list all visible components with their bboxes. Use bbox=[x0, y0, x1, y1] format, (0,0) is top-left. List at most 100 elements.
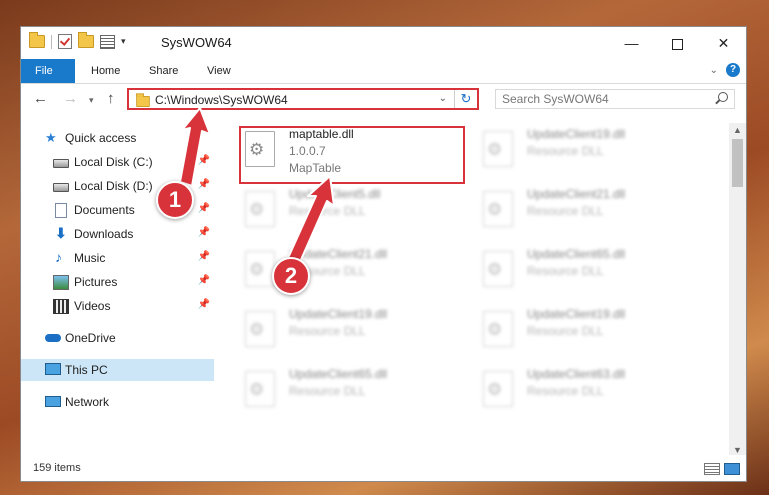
tab-view[interactable]: View bbox=[193, 59, 245, 83]
sidebar-item-label: Music bbox=[74, 251, 106, 265]
search-input[interactable]: Search SysWOW64 bbox=[495, 89, 735, 109]
minimize-button[interactable]: — bbox=[609, 27, 654, 59]
dll-file-icon bbox=[483, 311, 513, 347]
expand-ribbon-icon[interactable]: ⌄ bbox=[710, 65, 718, 76]
file-name: UpdateClient19.dll bbox=[527, 127, 626, 141]
sidebar-item-videos[interactable]: Videos 📌 bbox=[21, 295, 214, 317]
maximize-button[interactable] bbox=[655, 27, 700, 59]
tab-home[interactable]: Home bbox=[77, 59, 134, 83]
dll-file-icon bbox=[245, 251, 275, 287]
file-tile[interactable]: UpdateClient21.dll Resource DLL bbox=[479, 183, 707, 235]
address-bar[interactable]: C:\Windows\SysWOW64 ⌄ ↻ bbox=[127, 88, 479, 110]
divider bbox=[51, 34, 52, 49]
sidebar-item-onedrive[interactable]: OneDrive bbox=[21, 327, 214, 349]
address-path[interactable]: C:\Windows\SysWOW64 bbox=[155, 93, 288, 107]
sidebar-item-label: Pictures bbox=[74, 275, 118, 289]
dll-file-icon bbox=[483, 131, 513, 167]
title-bar: ▾ SysWOW64 — ✕ bbox=[21, 27, 746, 59]
close-button[interactable]: ✕ bbox=[701, 27, 746, 59]
disk-icon bbox=[53, 159, 69, 168]
status-bar: 159 items bbox=[21, 455, 746, 481]
tab-share[interactable]: Share bbox=[135, 59, 192, 83]
sidebar-item-local-disk-c[interactable]: Local Disk (C:) 📌 bbox=[21, 151, 214, 173]
tab-file[interactable]: File bbox=[21, 59, 75, 83]
file-tile[interactable]: UpdateClient63.dll Resource DLL bbox=[479, 363, 707, 415]
file-tile[interactable]: UpdateClient5.dll Resource DLL bbox=[241, 183, 469, 235]
sidebar-item-downloads[interactable]: ⬇ Downloads 📌 bbox=[21, 223, 214, 245]
ribbon: File Home Share View ⌄ ? bbox=[21, 59, 746, 84]
pin-icon[interactable]: 📌 bbox=[198, 155, 210, 166]
sidebar-item-label: Local Disk (D:) bbox=[74, 179, 153, 193]
file-name: UpdateClient21.dll bbox=[289, 247, 388, 261]
customize-toolbar-icon[interactable] bbox=[100, 34, 115, 49]
pictures-icon bbox=[53, 275, 69, 290]
scroll-down-icon[interactable]: ▼ bbox=[733, 445, 742, 455]
file-description: Resource DLL bbox=[289, 384, 366, 398]
file-description: Resource DLL bbox=[289, 204, 366, 218]
sidebar-item-quick-access[interactable]: ★ Quick access bbox=[21, 127, 214, 149]
downloads-icon: ⬇ bbox=[55, 225, 67, 241]
properties-check-icon[interactable] bbox=[58, 34, 72, 49]
file-name: UpdateClient63.dll bbox=[527, 367, 626, 381]
file-tile[interactable]: UpdateClient19.dll Resource DLL bbox=[479, 123, 707, 175]
maximize-icon bbox=[672, 38, 683, 50]
scroll-up-icon[interactable]: ▲ bbox=[733, 125, 742, 135]
pin-icon[interactable]: 📌 bbox=[198, 203, 210, 214]
sidebar-item-label: This PC bbox=[65, 363, 108, 377]
dll-file-icon bbox=[483, 371, 513, 407]
sidebar-item-network[interactable]: Network bbox=[21, 391, 214, 413]
sidebar-item-pictures[interactable]: Pictures 📌 bbox=[21, 271, 214, 293]
file-description: Resource DLL bbox=[527, 144, 604, 158]
recent-locations-button[interactable]: ▾ bbox=[89, 95, 94, 106]
onedrive-icon bbox=[45, 334, 61, 342]
dll-file-icon bbox=[245, 311, 275, 347]
sidebar-item-label: Videos bbox=[74, 299, 111, 313]
step-1-badge: 1 bbox=[156, 181, 194, 219]
item-count: 159 items bbox=[33, 462, 81, 474]
sidebar-item-label: Downloads bbox=[74, 227, 134, 241]
chevron-down-icon[interactable]: ⌄ bbox=[439, 93, 447, 104]
sidebar-item-this-pc[interactable]: This PC bbox=[21, 359, 214, 381]
search-placeholder: Search SysWOW64 bbox=[502, 92, 609, 106]
step-2-badge: 2 bbox=[272, 257, 310, 295]
file-description: Resource DLL bbox=[527, 204, 604, 218]
file-name: UpdateClient65.dll bbox=[527, 247, 626, 261]
file-highlight-box bbox=[239, 126, 465, 184]
quick-access-toolbar: ▾ bbox=[29, 32, 126, 49]
pin-icon[interactable]: 📌 bbox=[198, 299, 210, 310]
navigation-bar: ← → ▾ ↑ C:\Windows\SysWOW64 ⌄ ↻ Search S… bbox=[21, 84, 746, 116]
search-icon[interactable] bbox=[718, 92, 728, 102]
sidebar-item-music[interactable]: ♪ Music 📌 bbox=[21, 247, 214, 269]
vertical-scrollbar[interactable]: ▲ ▼ bbox=[729, 123, 746, 457]
file-name: UpdateClient65.dll bbox=[289, 367, 388, 381]
details-view-icon[interactable] bbox=[704, 463, 720, 475]
refresh-icon[interactable]: ↻ bbox=[454, 90, 477, 108]
music-icon: ♪ bbox=[55, 249, 62, 265]
pin-icon[interactable]: 📌 bbox=[198, 179, 210, 190]
tiles-view-icon[interactable] bbox=[724, 463, 740, 475]
file-description: Resource DLL bbox=[289, 324, 366, 338]
file-description: Resource DLL bbox=[527, 324, 604, 338]
file-name: UpdateClient19.dll bbox=[527, 307, 626, 321]
chevron-down-icon[interactable]: ▾ bbox=[121, 36, 126, 47]
file-description: Resource DLL bbox=[527, 384, 604, 398]
file-tile[interactable]: UpdateClient19.dll Resource DLL bbox=[479, 303, 707, 355]
scrollbar-thumb[interactable] bbox=[732, 139, 743, 187]
new-folder-icon[interactable] bbox=[78, 32, 94, 48]
file-tile[interactable]: UpdateClient19.dll Resource DLL bbox=[241, 303, 469, 355]
help-icon[interactable]: ? bbox=[726, 63, 740, 77]
forward-button[interactable]: → bbox=[63, 90, 78, 107]
dll-file-icon bbox=[245, 191, 275, 227]
this-pc-icon bbox=[45, 363, 61, 375]
pin-icon[interactable]: 📌 bbox=[198, 251, 210, 262]
up-button[interactable]: ↑ bbox=[107, 90, 115, 107]
pin-icon[interactable]: 📌 bbox=[198, 227, 210, 238]
back-button[interactable]: ← bbox=[33, 90, 48, 107]
sidebar-item-label: Quick access bbox=[65, 131, 137, 145]
disk-icon bbox=[53, 183, 69, 192]
file-tile[interactable]: UpdateClient65.dll Resource DLL bbox=[479, 243, 707, 295]
dll-file-icon bbox=[483, 251, 513, 287]
folder-icon bbox=[29, 32, 45, 48]
pin-icon[interactable]: 📌 bbox=[198, 275, 210, 286]
file-tile[interactable]: UpdateClient65.dll Resource DLL bbox=[241, 363, 469, 415]
